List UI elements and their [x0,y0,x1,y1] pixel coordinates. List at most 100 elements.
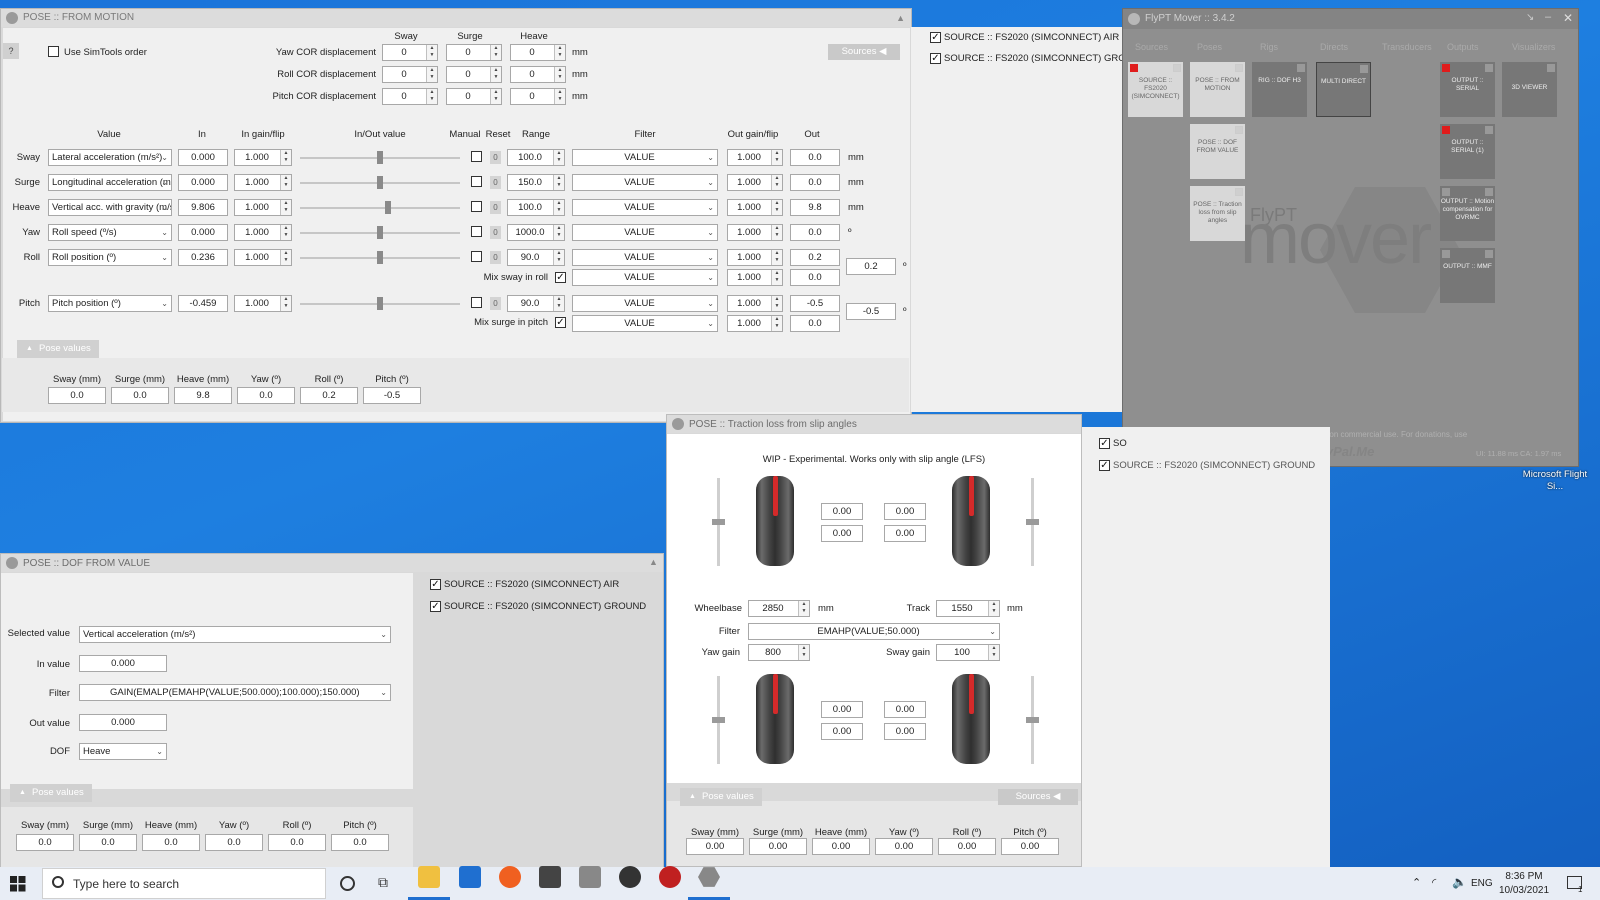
rear-right-slider-thumb[interactable] [1026,717,1039,723]
value-select[interactable]: Lateral acceleration (m/s²) ⌄ [48,149,172,166]
range-input[interactable]: 150.0 ▲ ▼ [507,174,565,191]
out-gain-input[interactable]: 1.000 ▲ ▼ [727,249,783,266]
language-indicator[interactable]: ENG [1471,878,1493,889]
dof-source-air-checkbox[interactable]: ✓ [430,579,441,590]
mover-tab[interactable]: Rigs [1260,42,1278,52]
filter-select[interactable]: VALUE ⌄ [572,224,718,241]
mover-tab[interactable]: Directs [1320,42,1348,52]
restore-icon[interactable]: ↘ [1526,12,1534,23]
pen-app-icon[interactable] [539,866,561,888]
pitch-filter[interactable]: VALUE ⌄ [572,295,718,312]
pitch-reset[interactable]: 0 [490,297,501,310]
range-input[interactable]: 100.0 ▲ ▼ [507,149,565,166]
inout-slider-thumb[interactable] [377,251,383,264]
firefox-icon[interactable] [499,866,521,888]
tile-output-serial-1[interactable]: OUTPUT :: SERIAL (1) [1440,124,1495,179]
pitch-value-select[interactable]: Pitch position (º) ⌄ [48,295,172,312]
traction-pose-tab[interactable]: ▲ Pose values [680,788,762,806]
yaw-gain-input[interactable]: 800 ▲ ▼ [748,644,810,661]
range-input[interactable]: 1000.0 ▲ ▼ [507,224,565,241]
simhub-icon[interactable] [619,866,641,888]
manual-checkbox[interactable] [471,201,482,212]
range-input[interactable]: 90.0 ▲ ▼ [507,249,565,266]
reset-button[interactable]: 0 [490,201,501,214]
tile-output-serial[interactable]: OUTPUT :: SERIAL [1440,62,1495,117]
mover-tab[interactable]: Sources [1135,42,1168,52]
dof-source-ground-checkbox[interactable]: ✓ [430,601,441,612]
in-gain-input[interactable]: 1.000 ▲ ▼ [234,149,292,166]
tile-output-mmf[interactable]: OUTPUT :: MMF [1440,248,1495,303]
tile-rig-dof-h3[interactable]: RIG :: DOF H3 [1252,62,1307,117]
mix-surge-checkbox[interactable]: ✓ [555,317,566,328]
dof-filter-select[interactable]: GAIN(EMALP(EMAHP(VALUE;500.000);100.000)… [79,684,391,701]
inout-slider-track[interactable] [300,207,460,209]
minimize-icon[interactable]: – [1545,11,1551,23]
cortana-icon[interactable] [340,876,355,891]
sources-toggle-button[interactable]: Sources ◀ [828,44,900,60]
source-ground-checkbox[interactable]: ✓ [930,53,941,64]
pitch-slider-thumb[interactable] [377,297,383,310]
search-placeholder[interactable]: Type here to search [73,877,179,891]
cor-heave-input[interactable]: 0 ▲ ▼ [510,44,566,61]
cor-surge-input[interactable]: 0 ▲ ▼ [446,44,502,61]
cor-heave-input[interactable]: 0 ▲ ▼ [510,66,566,83]
from-motion-titlebar[interactable]: POSE :: FROM MOTION ▲ [1,9,911,27]
task-view-icon[interactable]: ⧉ [378,874,388,891]
value-select[interactable]: Roll position (º) ⌄ [48,249,172,266]
out-gain-input[interactable]: 1.000 ▲ ▼ [727,199,783,216]
rear-left-slider-thumb[interactable] [712,717,725,723]
bg-source-ground-checkbox[interactable]: ✓ [1099,460,1110,471]
motion-app-icon[interactable] [659,866,681,888]
selected-value-select[interactable]: Vertical acceleration (m/s²) ⌄ [79,626,391,643]
cor-heave-input[interactable]: 0 ▲ ▼ [510,88,566,105]
value-select[interactable]: Vertical acc. with gravity (m/s²) ⌄ [48,199,172,216]
pitch-range[interactable]: 90.0 ▲ ▼ [507,295,565,312]
filter-select[interactable]: VALUE ⌄ [572,199,718,216]
out-gain-input[interactable]: 1.000 ▲ ▼ [727,149,783,166]
manual-checkbox[interactable] [471,251,482,262]
mail-icon[interactable] [459,866,481,888]
tray-chevron-icon[interactable]: ⌃ [1412,876,1421,889]
tile-multi-direct[interactable]: MULTI DIRECT [1316,62,1371,117]
inout-slider-thumb[interactable] [377,176,383,189]
value-select[interactable]: Longitudinal acceleration (m/s²) ⌄ [48,174,172,191]
filter-select[interactable]: VALUE ⌄ [572,249,718,266]
reset-button[interactable]: 0 [490,226,501,239]
clock-date[interactable]: 10/03/2021 [1494,885,1554,896]
sway-gain-input[interactable]: 100 ▲ ▼ [936,644,1000,661]
inout-slider-thumb[interactable] [385,201,391,214]
mix-surge-filter[interactable]: VALUE ⌄ [572,315,718,332]
start-icon[interactable] [10,876,26,892]
close-icon[interactable]: ✕ [1563,11,1573,25]
manual-checkbox[interactable] [471,226,482,237]
mix-sway-filter[interactable]: VALUE ⌄ [572,269,718,286]
volume-icon[interactable]: 🔈 [1452,875,1467,889]
dof-pose-tab[interactable]: ▲ Pose values [10,784,92,802]
in-gain-input[interactable]: 1.000 ▲ ▼ [234,174,292,191]
track-input[interactable]: 1550 ▲ ▼ [936,600,1000,617]
mover-tab[interactable]: Poses [1197,42,1222,52]
source-air-checkbox[interactable]: ✓ [930,32,941,43]
tile-pose-traction[interactable]: POSE :: Traction loss from slip angles [1190,186,1245,241]
inout-slider-thumb[interactable] [377,151,383,164]
in-gain-input[interactable]: 1.000 ▲ ▼ [234,224,292,241]
in-gain-input[interactable]: 1.000 ▲ ▼ [234,249,292,266]
cor-sway-input[interactable]: 0 ▲ ▼ [382,66,438,83]
collapse-icon[interactable]: ▲ [649,557,658,567]
mover-tab[interactable]: Outputs [1447,42,1479,52]
collapse-icon[interactable]: ▲ [896,9,905,27]
tile-pose-dof[interactable]: POSE :: DOF FROM VALUE [1190,124,1245,179]
range-input[interactable]: 100.0 ▲ ▼ [507,199,565,216]
clock-time[interactable]: 8:36 PM [1494,871,1554,882]
wifi-icon[interactable]: ◜ [1432,876,1436,889]
out-gain-input[interactable]: 1.000 ▲ ▼ [727,224,783,241]
value-select[interactable]: Roll speed (º/s) ⌄ [48,224,172,241]
mover-tab[interactable]: Transducers [1382,42,1432,52]
manual-checkbox[interactable] [471,176,482,187]
cor-surge-input[interactable]: 0 ▲ ▼ [446,88,502,105]
manual-checkbox[interactable] [471,151,482,162]
pitch-out-gain[interactable]: 1.000 ▲ ▼ [727,295,783,312]
bg-source-air-checkbox[interactable]: ✓ [1099,438,1110,449]
filter-select[interactable]: VALUE ⌄ [572,149,718,166]
mix-sway-checkbox[interactable]: ✓ [555,272,566,283]
